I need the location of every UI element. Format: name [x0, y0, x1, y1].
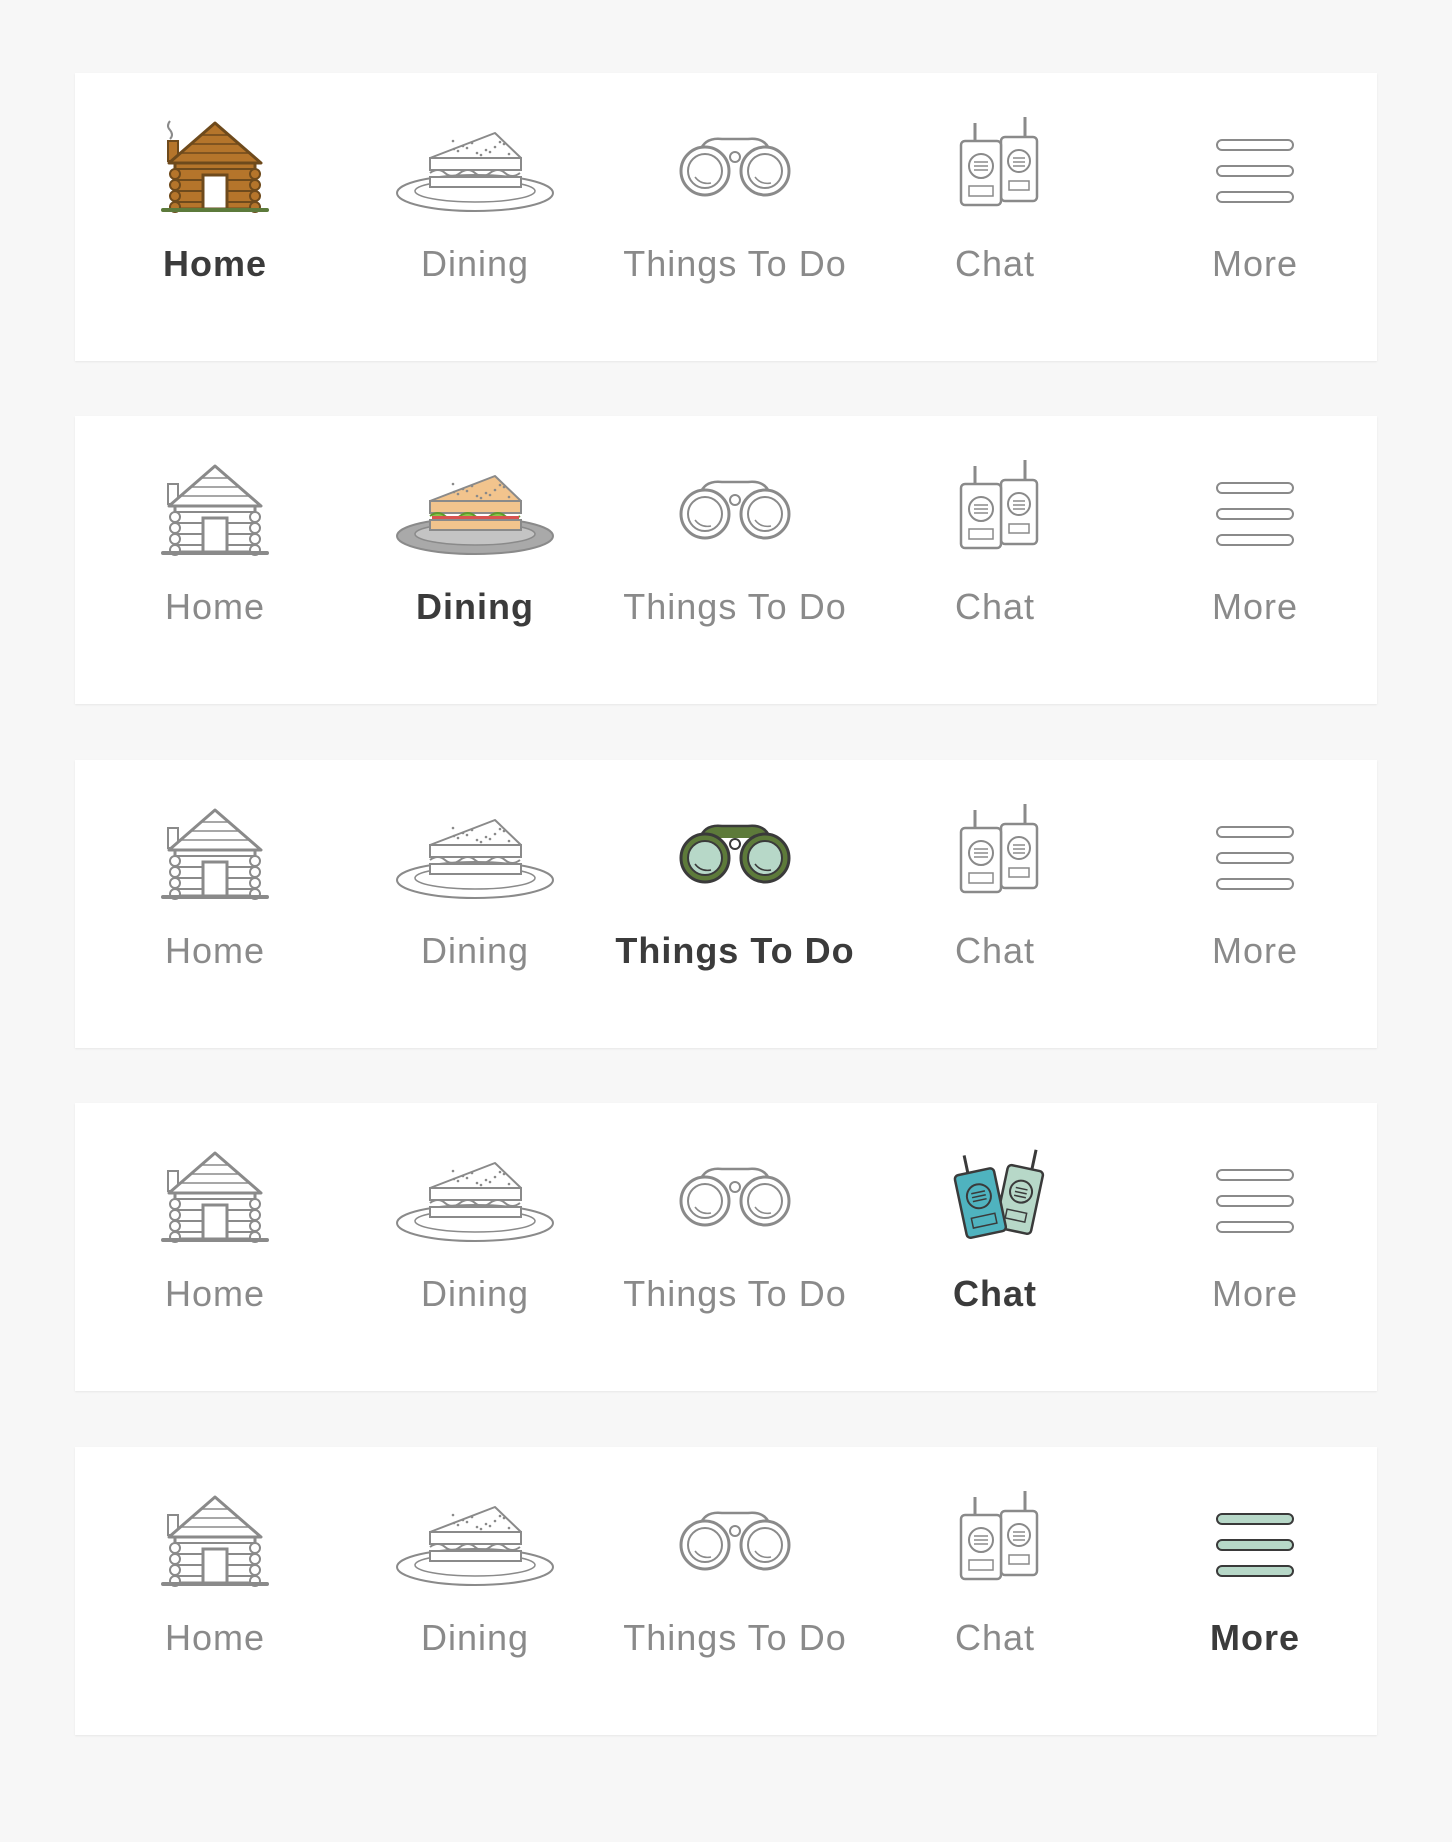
binoculars-icon [655, 454, 815, 574]
nav-label: Dining [420, 1617, 530, 1658]
nav-label: Home [164, 930, 266, 971]
nav-item-chat[interactable]: Chat [865, 416, 1125, 704]
nav-label: Things To Do [623, 1273, 847, 1314]
nav-item-things-to-do[interactable]: Things To Do [605, 1103, 865, 1391]
menu-icon [1175, 111, 1335, 231]
nav-item-more[interactable]: More [1125, 760, 1385, 1048]
menu-icon [1175, 798, 1335, 918]
nav-item-home[interactable]: Home [85, 73, 345, 361]
nav-item-more[interactable]: More [1125, 1103, 1385, 1391]
cabin-icon [135, 1141, 295, 1261]
nav-item-things-to-do[interactable]: Things To Do [605, 1447, 865, 1735]
walkie-talkie-icon [915, 1485, 1075, 1605]
cabin-icon [135, 111, 295, 231]
nav-label: Home [164, 1273, 266, 1314]
sandwich-icon [395, 1485, 555, 1605]
sandwich-icon [395, 454, 555, 574]
nav-item-chat[interactable]: Chat [865, 1103, 1125, 1391]
binoculars-icon [655, 1485, 815, 1605]
nav-label: Dining [420, 1273, 530, 1314]
walkie-talkie-icon [915, 111, 1075, 231]
nav-item-things-to-do[interactable]: Things To Do [605, 73, 865, 361]
binoculars-icon [655, 798, 815, 918]
nav-item-dining[interactable]: Dining [345, 1103, 605, 1391]
nav-label: More [1209, 1617, 1300, 1658]
nav-item-things-to-do[interactable]: Things To Do [605, 416, 865, 704]
nav-label: Chat [954, 243, 1036, 284]
nav-label: Things To Do [623, 243, 847, 284]
nav-item-chat[interactable]: Chat [865, 1447, 1125, 1735]
nav-item-chat[interactable]: Chat [865, 760, 1125, 1048]
nav-label: More [1211, 243, 1299, 284]
cabin-icon [135, 798, 295, 918]
nav-label: Chat [953, 1273, 1037, 1314]
nav-label: More [1211, 1273, 1299, 1314]
nav-item-home[interactable]: Home [85, 760, 345, 1048]
sandwich-icon [395, 798, 555, 918]
nav-label: More [1211, 586, 1299, 627]
binoculars-icon [655, 1141, 815, 1261]
nav-item-dining[interactable]: Dining [345, 760, 605, 1048]
canvas: Home Dining Things To Do Chat More Home Dinin… [0, 0, 1452, 1842]
nav-label: Home [162, 243, 268, 284]
cabin-icon [135, 1485, 295, 1605]
sandwich-icon [395, 111, 555, 231]
menu-icon [1175, 454, 1335, 574]
menu-icon [1175, 1485, 1335, 1605]
nav-label: Dining [420, 930, 530, 971]
nav-label: Things To Do [623, 1617, 847, 1658]
nav-label: Things To Do [615, 930, 855, 971]
walkie-talkie-icon [915, 454, 1075, 574]
nav-label: Chat [954, 1617, 1036, 1658]
nav-label: Home [164, 1617, 266, 1658]
walkie-talkie-icon [915, 1141, 1075, 1261]
bottom-nav-bar: Home Dining Things To Do Chat More [75, 416, 1377, 704]
nav-label: Chat [954, 930, 1036, 971]
menu-icon [1175, 1141, 1335, 1261]
nav-item-chat[interactable]: Chat [865, 73, 1125, 361]
nav-label: Dining [416, 586, 534, 627]
nav-item-dining[interactable]: Dining [345, 73, 605, 361]
nav-item-home[interactable]: Home [85, 1103, 345, 1391]
nav-item-dining[interactable]: Dining [345, 416, 605, 704]
bottom-nav-bar: Home Dining Things To Do Chat More [75, 1447, 1377, 1735]
nav-item-home[interactable]: Home [85, 1447, 345, 1735]
nav-label: Home [164, 586, 266, 627]
nav-item-more[interactable]: More [1125, 1447, 1385, 1735]
bottom-nav-bar: Home Dining Things To Do Chat More [75, 1103, 1377, 1391]
binoculars-icon [655, 111, 815, 231]
nav-item-home[interactable]: Home [85, 416, 345, 704]
bottom-nav-bar: Home Dining Things To Do Chat More [75, 73, 1377, 361]
nav-item-dining[interactable]: Dining [345, 1447, 605, 1735]
cabin-icon [135, 454, 295, 574]
bottom-nav-bar: Home Dining Things To Do Chat More [75, 760, 1377, 1048]
walkie-talkie-icon [915, 798, 1075, 918]
nav-item-things-to-do[interactable]: Things To Do [605, 760, 865, 1048]
nav-label: Dining [420, 243, 530, 284]
nav-label: More [1211, 930, 1299, 971]
sandwich-icon [395, 1141, 555, 1261]
nav-item-more[interactable]: More [1125, 73, 1385, 361]
nav-label: Chat [954, 586, 1036, 627]
nav-item-more[interactable]: More [1125, 416, 1385, 704]
nav-label: Things To Do [623, 586, 847, 627]
